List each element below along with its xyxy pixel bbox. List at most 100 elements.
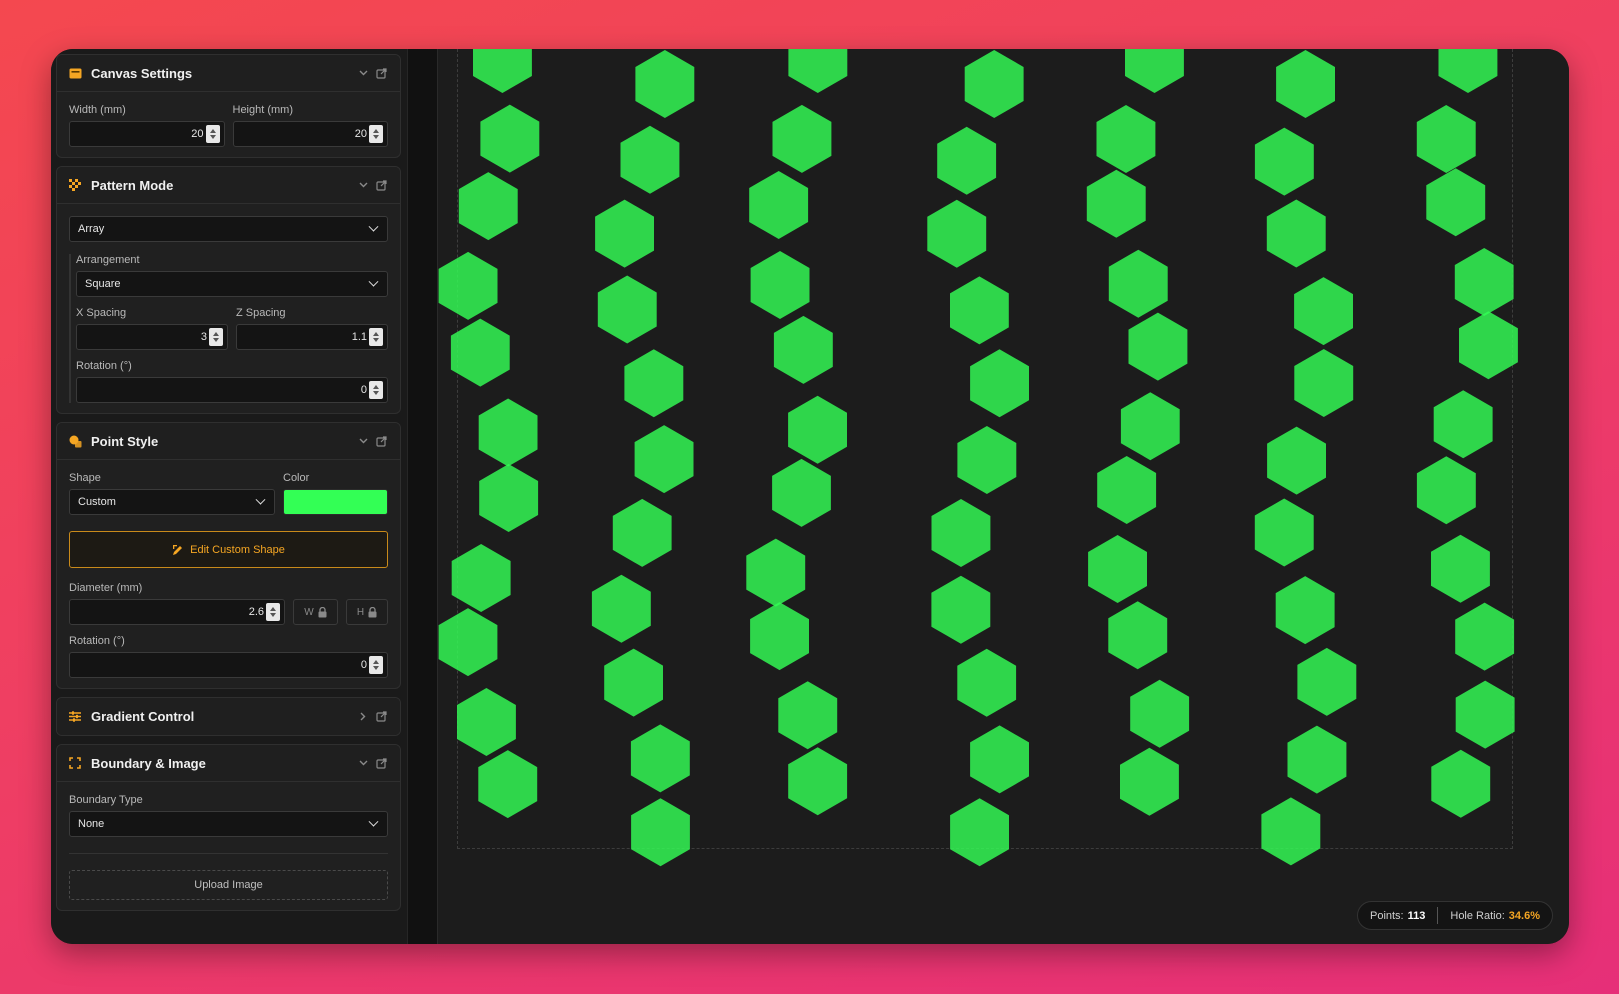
canvas-icon [67,65,83,81]
pattern-point [480,104,540,173]
panel-header-pattern-mode[interactable]: Pattern Mode [57,167,400,204]
chevron-down-icon [368,816,379,827]
z-spacing-input[interactable]: 1.1 [236,324,388,350]
height-lock-button[interactable]: H [346,599,388,625]
spinner-icon[interactable] [266,603,280,621]
x-spacing-input[interactable]: 3 [76,324,228,350]
z-spacing-label: Z Spacing [236,307,286,319]
spinner-icon[interactable] [369,656,383,674]
pattern-point [1454,248,1514,316]
pattern-point [1130,679,1190,748]
height-value: 20 [354,128,367,140]
panel-header-boundary-image[interactable]: Boundary & Image [57,745,400,782]
arrangement-select[interactable]: Square [76,271,388,297]
panel-header-canvas-settings[interactable]: Canvas Settings [57,55,400,92]
pattern-rotation-input[interactable]: 0 [76,377,388,403]
pattern-point [635,50,695,118]
h-lock-label: H [356,606,365,618]
pattern-point [450,318,510,387]
pattern-point [1108,249,1168,318]
shape-rotation-label: Rotation (°) [69,635,125,647]
spinner-icon[interactable] [209,328,223,346]
pattern-point [624,349,684,418]
panel-header-gradient-control[interactable]: Gradient Control [57,698,400,735]
chevron-down-icon [368,276,379,287]
chevron-down-icon[interactable] [354,70,372,76]
spinner-icon[interactable] [205,125,220,143]
width-lock-button[interactable]: W [293,599,338,625]
pattern-point [478,750,538,819]
status-divider [1437,907,1439,924]
pattern-icon [67,177,83,193]
pattern-point [749,171,809,239]
arrangement-value: Square [85,278,121,290]
pattern-point [773,315,833,384]
pattern-point [1086,169,1146,238]
pattern-point [1276,50,1335,118]
shape-select[interactable]: Custom [69,489,275,515]
popout-icon[interactable] [372,711,390,722]
diameter-label: Diameter (mm) [69,582,143,594]
edit-custom-shape-label: Edit Custom Shape [190,543,285,556]
color-picker[interactable] [283,489,388,515]
chevron-right-icon[interactable] [354,712,372,721]
pattern-point [634,425,694,494]
spinner-icon[interactable] [369,125,383,143]
boundary-icon [67,755,83,771]
sliders-icon [67,709,83,725]
width-input[interactable]: 20 [69,121,225,147]
pattern-point [604,648,663,717]
upload-image-label: Upload Image [194,879,263,891]
pattern-point [970,725,1029,794]
pattern-point [957,426,1017,494]
chevron-down-icon[interactable] [354,438,372,444]
panel-header-point-style[interactable]: Point Style [57,423,400,460]
chevron-down-icon[interactable] [354,182,372,188]
pattern-point [1125,49,1184,93]
canvas-area[interactable]: Points: 113 Hole Ratio: 34.6% [438,49,1569,944]
points-label: Points: [1369,909,1404,922]
pattern-point [1108,601,1168,670]
pattern-point [1254,127,1314,196]
boundary-type-select[interactable]: None [69,811,388,837]
lock-icon [368,606,377,617]
popout-icon[interactable] [372,179,390,191]
z-spacing-value: 1.1 [351,331,367,343]
pattern-point [927,199,987,268]
shape-rotation-input[interactable]: 0 [69,652,388,678]
pattern-point [1088,535,1147,603]
chevron-down-icon[interactable] [354,760,372,766]
height-input[interactable]: 20 [232,121,388,147]
popout-icon[interactable] [372,67,390,79]
pattern-point [1287,725,1347,794]
pattern-point [788,49,848,93]
pattern-point [1426,168,1486,237]
popout-icon[interactable] [372,435,390,447]
pattern-mode-select[interactable]: Array [69,216,388,242]
pattern-point [1267,426,1326,495]
panel-title: Canvas Settings [91,65,193,81]
spinner-icon[interactable] [369,328,383,346]
edit-custom-shape-button[interactable]: Edit Custom Shape [69,531,388,568]
shapes-icon [67,433,83,449]
upload-image-button[interactable]: Upload Image [69,870,388,900]
pattern-point [1455,680,1515,749]
shape-rotation-value: 0 [360,659,367,671]
pattern-point [950,276,1009,345]
panel-boundary-image: Boundary & Image Boundary Type None Uplo… [56,744,401,911]
pattern-point [1438,49,1498,93]
panel-title: Gradient Control [91,709,195,724]
divider [69,853,388,854]
diameter-input[interactable]: 2.6 [69,599,285,625]
chevron-down-icon [368,221,379,232]
pattern-point [1097,456,1157,524]
pattern-point [438,251,498,320]
pattern-point [1431,749,1491,818]
pattern-preview [438,49,1518,867]
pattern-point [630,724,690,793]
pattern-point [1297,647,1357,716]
panel-resize-gutter[interactable] [407,49,438,944]
popout-icon[interactable] [372,757,390,769]
edit-icon [173,544,183,555]
spinner-icon[interactable] [369,381,383,399]
